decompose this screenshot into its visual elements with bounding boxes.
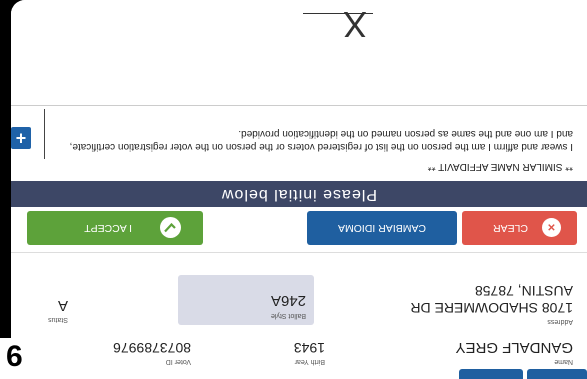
divider xyxy=(11,252,587,253)
top-button-right[interactable] xyxy=(459,369,523,379)
check-icon xyxy=(160,217,181,239)
clear-label: CLEAR xyxy=(492,222,528,234)
voter-id: 8073789976 xyxy=(113,340,191,356)
address-line2: AUSTIN, 78758 xyxy=(474,283,573,299)
step-badge-bg: 6 xyxy=(0,338,40,379)
close-icon: × xyxy=(542,218,561,238)
voter-id-label: Voter ID xyxy=(165,358,191,365)
initial-bar: Please initial below xyxy=(11,181,587,207)
address-label: Address xyxy=(547,318,573,325)
device-frame: Name GANDALF GREY Birth Year 1943 Voter … xyxy=(0,0,587,379)
scroll-divider xyxy=(44,109,45,159)
status-value: A xyxy=(57,297,68,314)
status-label: Status xyxy=(48,316,68,323)
affidavit-title: ** SIMILAR NAME AFFIDAVIT ** xyxy=(427,161,573,172)
ballot-style: 246A xyxy=(270,292,306,309)
step-badge: 6 xyxy=(6,340,23,373)
address-line1: 1708 SHADOWMERE DR xyxy=(410,300,573,316)
signature-mark: X xyxy=(342,4,367,45)
accept-label: I ACCEPT xyxy=(84,222,132,234)
signature-line xyxy=(303,13,373,14)
accept-button[interactable]: I ACCEPT xyxy=(27,211,203,245)
affidavit-text: I swear and affirm I am the person on th… xyxy=(69,128,573,153)
top-button-left[interactable] xyxy=(527,369,587,379)
change-language-button[interactable]: CAMBIAR IDIOMA xyxy=(307,211,457,245)
name-label: Name xyxy=(554,358,573,365)
ballot-style-box: Ballot Style 246A xyxy=(178,275,314,325)
rotated-content: Name GANDALF GREY Birth Year 1943 Voter … xyxy=(11,0,587,379)
ballot-style-label: Ballot Style xyxy=(270,312,306,319)
expand-button[interactable]: + xyxy=(11,127,31,149)
pad-border xyxy=(11,105,587,106)
change-language-label: CAMBIAR IDIOMA xyxy=(337,222,427,234)
birth-year: 1943 xyxy=(293,340,325,356)
voter-name: GANDALF GREY xyxy=(455,339,573,356)
initial-pad[interactable] xyxy=(11,0,587,106)
birth-year-label: Birth Year xyxy=(294,358,325,365)
clear-button[interactable]: × CLEAR xyxy=(462,211,577,245)
affidavit: ** SIMILAR NAME AFFIDAVIT ** I swear and… xyxy=(53,127,573,182)
screen: Name GANDALF GREY Birth Year 1943 Voter … xyxy=(11,0,587,379)
